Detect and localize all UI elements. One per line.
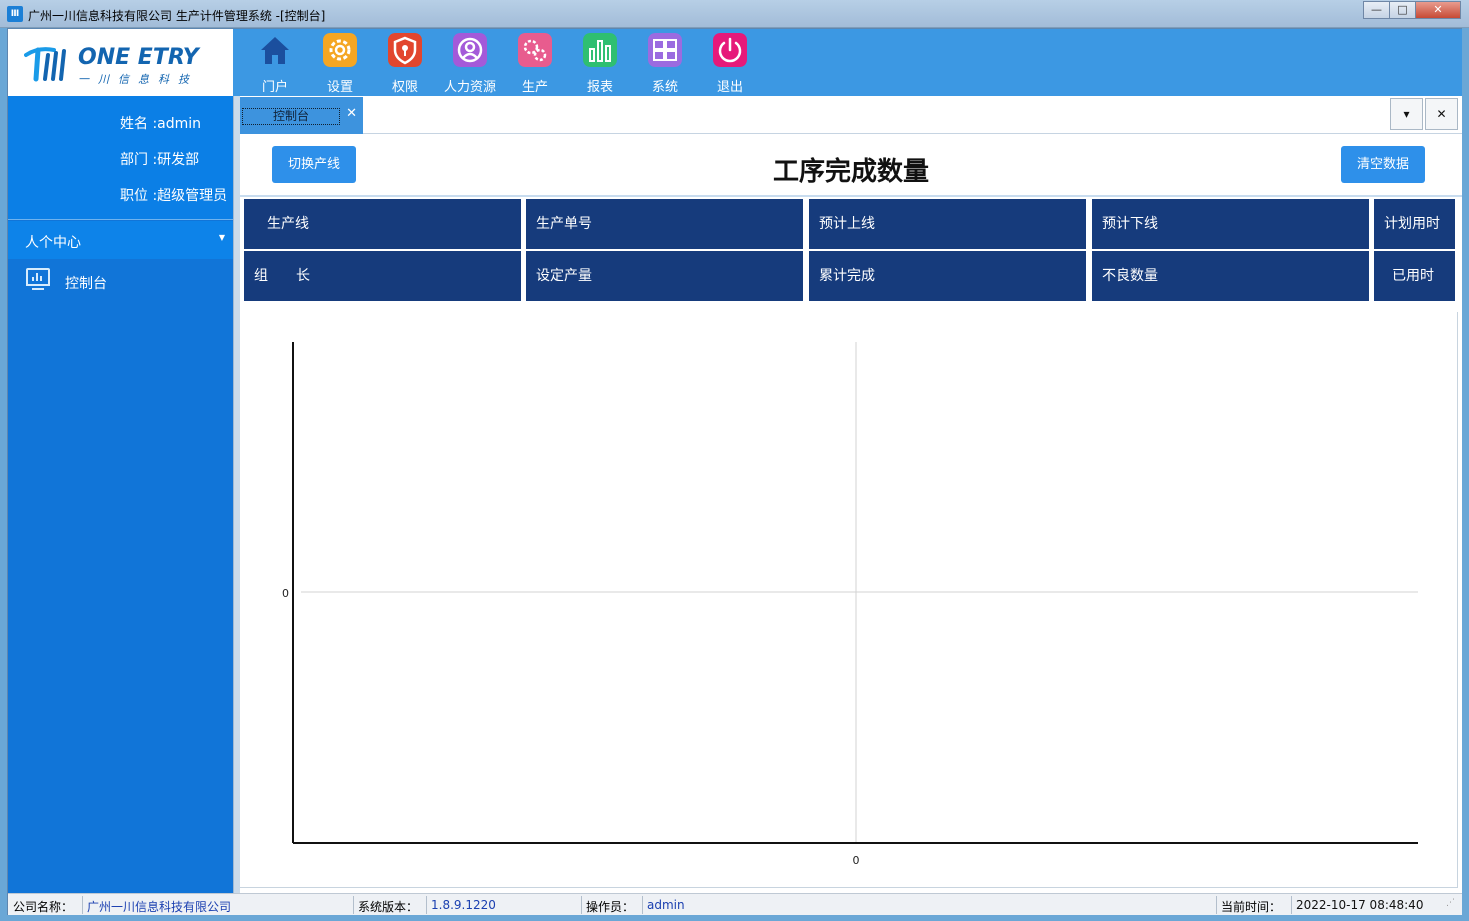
toolbar-hr-button[interactable]: 人力资源 [440,33,500,95]
grid-cell-cumulative-done: 累计完成 [809,251,1086,301]
window-controls: — □ ✕ [1363,1,1461,19]
window-titlebar: Ⅲ 广州一川信息科技有限公司 生产计件管理系统 -[控制台] — □ ✕ [0,0,1469,28]
status-version-label: 系统版本： [358,900,419,914]
toolbar-production-button[interactable]: 生产 [505,33,565,95]
main-toolbar: 门户 设置 权限 人力资源 生产 报表 系统 退出 [233,29,1462,96]
user-info-panel: 姓名 :admin 部门 :研发部 职位 :超级管理员 [8,96,233,220]
status-divider [82,896,83,914]
sidebar-item-label: 控制台 [65,276,107,292]
user-position: 职位 :超级管理员 [120,188,228,204]
tab-console[interactable]: 控制台 ✕ [240,97,363,134]
toolbar-item-label: 系统 [651,80,678,95]
grid-cell-production-line: 生产线 [244,199,521,249]
close-all-tabs-button[interactable]: ✕ [1425,98,1458,130]
status-time-value: 2022-10-17 08:48:40 [1296,898,1424,912]
toolbar-report-button[interactable]: 报表 [570,33,630,95]
home-icon [261,37,289,64]
logo-brand-text: ONE ETRY [78,45,199,70]
console-panel: 工序完成数量 切换产线 清空数据 生产线 生产单号 预计上线 预计下线 计划用时… [240,134,1462,893]
grid-cell-team-leader: 组 长 [244,251,521,301]
tab-label: 控制台 [242,108,340,125]
sidebar-group-label: 人个中心 [25,235,81,251]
toolbar-settings-button[interactable]: 设置 [310,33,370,95]
monitor-chart-icon [26,268,50,290]
main-window: ONE ETRY 一川信息科技 门户 设置 权限 人力资源 生产 报表 系统 退… [7,28,1462,915]
process-completion-chart: 0 0 [240,312,1458,888]
status-divider [1291,896,1292,914]
status-operator-value: admin [647,898,685,912]
status-divider [353,896,354,914]
tab-dropdown-button[interactable]: ▾ [1390,98,1423,130]
production-info-grid: 生产线 生产单号 预计上线 预计下线 计划用时 组 长 设定产量 累计完成 不良… [240,199,1462,307]
toolbar-item-label: 退出 [716,80,743,95]
status-divider [1216,896,1217,914]
sidebar-item-console[interactable]: 控制台 [8,261,233,301]
grid-cell-target-output: 设定产量 [526,251,803,301]
logo-mark-icon [24,47,66,82]
page-title: 工序完成数量 [772,157,929,187]
status-version-value: 1.8.9.1220 [431,898,496,912]
user-department: 部门 :研发部 [120,152,200,168]
switch-line-button[interactable]: 切换产线 [272,146,356,183]
chevron-down-icon: ▼ [218,233,225,242]
status-bar: 公司名称： 广州一川信息科技有限公司 系统版本： 1.8.9.1220 操作员：… [8,893,1462,915]
status-divider [426,896,427,914]
minimize-button[interactable]: — [1363,1,1390,19]
toolbar-item-label: 门户 [261,80,288,95]
resize-grip-icon[interactable]: ⋰ [1446,898,1455,908]
status-operator-label: 操作员： [586,900,635,914]
toolbar-portal-button[interactable]: 门户 [245,33,305,95]
sidebar-group-personal-center[interactable]: 人个中心 ▼ [8,221,233,259]
toolbar-item-label: 人力资源 [443,80,496,95]
logo-sub-text: 一川信息科技 [78,73,198,86]
grid-cell-planned-offline: 预计下线 [1092,199,1369,249]
chart-x-tick-label: 0 [853,854,860,867]
grid-cell-planned-time: 计划用时 [1374,199,1455,249]
app-icon: Ⅲ [7,6,23,22]
tab-strip: 控制台 ✕ ▾ ✕ [240,96,1462,134]
status-company-value: 广州一川信息科技有限公司 [87,900,232,914]
windows-icon [648,33,682,67]
status-time-label: 当前时间： [1221,900,1282,914]
close-window-button[interactable]: ✕ [1415,1,1461,19]
company-logo: ONE ETRY 一川信息科技 [8,29,233,96]
grid-cell-planned-online: 预计上线 [809,199,1086,249]
sidebar-splitter[interactable] [233,96,240,893]
maximize-button[interactable]: □ [1389,1,1416,19]
sidebar: 姓名 :admin 部门 :研发部 职位 :超级管理员 人个中心 ▼ 控制台 [8,96,233,893]
grid-cell-defect-count: 不良数量 [1092,251,1369,301]
bar-chart-icon [583,33,617,67]
toolbar-permission-button[interactable]: 权限 [375,33,435,95]
status-divider [642,896,643,914]
toolbar-exit-button[interactable]: 退出 [700,33,760,95]
chart-y-tick-label: 0 [282,587,289,600]
user-name: 姓名 :admin [120,116,202,132]
gear-icon [323,33,357,67]
grid-cell-used-time: 已用时 [1374,251,1455,301]
shield-icon [388,33,422,67]
panel-header: 工序完成数量 切换产线 清空数据 [240,134,1462,197]
user-icon [453,33,487,67]
status-divider [581,896,582,914]
toolbar-item-label: 设置 [326,80,353,95]
toolbar-item-label: 权限 [391,80,418,95]
power-icon [713,33,747,67]
chart-svg: 0 0 [282,342,1418,867]
grid-cell-order-number: 生产单号 [526,199,803,249]
status-company-label: 公司名称： [13,900,74,914]
clear-data-button[interactable]: 清空数据 [1341,146,1425,183]
toolbar-system-button[interactable]: 系统 [635,33,695,95]
toolbar-item-label: 生产 [521,80,548,95]
tab-close-icon[interactable]: ✕ [346,106,357,121]
toolbar-item-label: 报表 [586,80,613,95]
cogs-icon [518,33,552,67]
window-title: 广州一川信息科技有限公司 生产计件管理系统 -[控制台] [28,9,326,23]
